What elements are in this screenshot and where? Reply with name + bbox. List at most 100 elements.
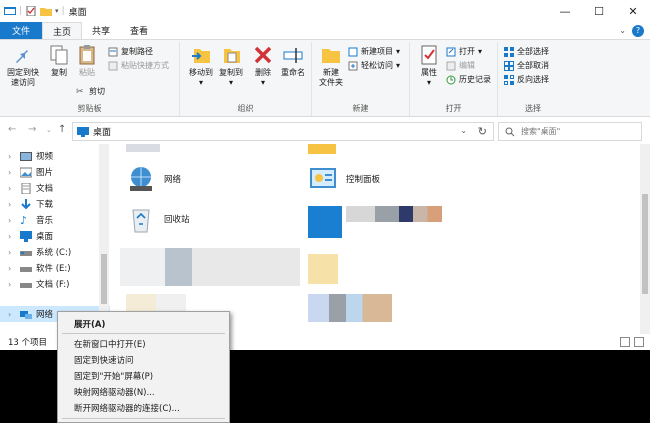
nav-item-documents[interactable]: › 文档	[8, 180, 53, 196]
chevron-right-icon[interactable]: ›	[8, 216, 16, 225]
invert-selection-button[interactable]: 反向选择	[504, 74, 549, 85]
menu-item-pin-quick-access[interactable]: 固定到快速访问	[74, 352, 134, 367]
properties-icon[interactable]	[25, 6, 37, 16]
chevron-right-icon[interactable]: ›	[8, 168, 16, 177]
new-item-icon	[348, 47, 358, 56]
explorer-window-icon	[4, 7, 16, 15]
nav-item-drive-e[interactable]: › 软件 (E:)	[8, 260, 71, 276]
file-item-recycle-bin[interactable]: 回收站	[126, 204, 190, 234]
rename-button[interactable]: 重命名	[276, 44, 310, 78]
details-view-icon[interactable]	[620, 337, 630, 347]
group-label-select: 选择	[525, 104, 541, 113]
edit-button[interactable]: 编辑	[446, 60, 475, 71]
nav-item-videos[interactable]: › 视频	[8, 148, 53, 164]
tab-file[interactable]: 文件	[0, 22, 43, 39]
menu-item-expand[interactable]: 展开(A)	[74, 316, 105, 331]
copy-path-button[interactable]: 复制路径	[108, 46, 153, 57]
search-box[interactable]: 搜索"桌面"	[498, 122, 642, 141]
file-list-scrollbar[interactable]	[640, 144, 650, 334]
chevron-right-icon[interactable]: ›	[8, 200, 16, 209]
address-dropdown-icon[interactable]: ⌄	[460, 126, 467, 135]
file-item-blurred[interactable]	[308, 254, 338, 284]
search-icon	[505, 127, 515, 136]
window-controls: — ☐ ✕	[548, 0, 650, 22]
group-open: 属性 ▾ 打开 ▾ 编辑 历史记录 打开	[410, 42, 498, 116]
file-item-control-panel[interactable]: 控制面板	[308, 164, 380, 194]
quick-access-toolbar: | ▾ |	[0, 6, 65, 16]
address-bar[interactable]: 桌面 ⌄ ↻	[72, 122, 494, 141]
chevron-right-icon[interactable]: ›	[8, 264, 16, 273]
tab-home[interactable]: 主页	[42, 22, 83, 39]
select-all-button[interactable]: 全部选择	[504, 46, 549, 57]
copy-icon	[50, 45, 68, 65]
paste-shortcut-icon	[108, 61, 118, 70]
paste-button[interactable]: 粘贴	[70, 44, 104, 78]
file-item-network[interactable]: 网络	[126, 164, 181, 194]
rename-icon	[283, 48, 303, 63]
file-item-blurred[interactable]	[308, 294, 392, 322]
menu-item-map-drive[interactable]: 映射网络驱动器(N)...	[74, 384, 155, 399]
up-button[interactable]: ↑	[58, 124, 66, 135]
chevron-right-icon[interactable]: ›	[8, 310, 16, 319]
scrollbar-thumb[interactable]	[101, 254, 107, 304]
new-folder-icon	[322, 49, 340, 63]
large-icons-view-icon[interactable]	[634, 337, 644, 347]
new-item-button[interactable]: 新建项目 ▾	[348, 46, 400, 57]
close-button[interactable]: ✕	[616, 0, 650, 22]
delete-button[interactable]: 删除 ▾	[246, 44, 280, 88]
nav-item-drive-c[interactable]: › 系统 (C:)	[8, 244, 71, 260]
tab-view[interactable]: 查看	[120, 22, 158, 39]
file-item-partial-top-right[interactable]	[308, 144, 336, 154]
nav-pane-scrollbar[interactable]	[99, 144, 109, 334]
ribbon: 固定到快 速访问 复制 粘贴 复制路径 粘贴快捷方式 ✂ 剪切 剪贴板 移动到 …	[0, 39, 650, 117]
documents-icon	[21, 182, 31, 194]
back-button[interactable]: ←	[8, 124, 16, 135]
new-folder-button[interactable]: 新建 文件夹	[314, 44, 348, 88]
nav-item-drive-f[interactable]: › 文档 (F:)	[8, 276, 69, 292]
refresh-icon[interactable]: ↻	[478, 125, 487, 138]
properties-button[interactable]: 属性 ▾	[412, 44, 446, 88]
item-count: 13 个项目	[8, 338, 48, 348]
chevron-right-icon[interactable]: ›	[8, 280, 16, 289]
chevron-down-icon[interactable]: ⌄	[619, 26, 626, 35]
address-path: 桌面	[93, 128, 112, 138]
paste-shortcut-button[interactable]: 粘贴快捷方式	[108, 60, 169, 71]
chevron-right-icon[interactable]: ›	[8, 184, 16, 193]
nav-item-pictures[interactable]: › 图片	[8, 164, 53, 180]
easy-access-button[interactable]: 轻松访问 ▾	[348, 60, 400, 71]
cut-button[interactable]: ✂ 剪切	[76, 86, 105, 97]
copy-to-button[interactable]: 复制到 ▾	[214, 44, 248, 88]
nav-item-downloads[interactable]: › 下载	[8, 196, 53, 212]
downloads-icon	[21, 198, 31, 209]
menu-item-disconnect-drive[interactable]: 断开网络驱动器的连接(C)...	[74, 400, 180, 415]
chevron-right-icon[interactable]: ›	[8, 152, 16, 161]
help-icon[interactable]: ?	[632, 24, 644, 37]
history-icon	[446, 75, 456, 84]
nav-item-music[interactable]: › ♪ 音乐	[8, 212, 53, 228]
chevron-right-icon[interactable]: ›	[8, 232, 16, 241]
forward-button[interactable]: →	[28, 124, 36, 135]
open-button[interactable]: 打开 ▾	[446, 46, 482, 57]
minimize-button[interactable]: —	[548, 0, 582, 22]
pin-quick-access-button[interactable]: 固定到快 速访问	[4, 44, 42, 88]
menu-item-pin-start[interactable]: 固定到"开始"屏幕(P)	[74, 368, 153, 383]
move-to-button[interactable]: 移动到 ▾	[184, 44, 218, 88]
select-none-icon	[504, 60, 514, 71]
file-item-partial-top-left[interactable]	[126, 144, 160, 152]
file-item-blurred[interactable]	[120, 248, 300, 286]
quick-access-dropdown-icon[interactable]: ▾	[55, 7, 59, 15]
group-label-clipboard: 剪贴板	[77, 104, 102, 113]
nav-item-desktop[interactable]: › 桌面	[8, 228, 53, 244]
select-none-button[interactable]: 全部取消	[504, 60, 549, 71]
drive-icon	[20, 250, 32, 256]
open-icon	[446, 47, 456, 56]
recent-locations-icon[interactable]: ⌄	[46, 126, 52, 134]
chevron-right-icon[interactable]: ›	[8, 248, 16, 257]
history-button[interactable]: 历史记录	[446, 74, 491, 85]
scrollbar-thumb[interactable]	[642, 194, 648, 294]
tab-share[interactable]: 共享	[82, 22, 120, 39]
file-item-blurred[interactable]	[308, 206, 342, 238]
menu-item-open-new-window[interactable]: 在新窗口中打开(E)	[74, 336, 146, 351]
maximize-button[interactable]: ☐	[582, 0, 616, 22]
new-folder-icon[interactable]	[40, 6, 53, 16]
